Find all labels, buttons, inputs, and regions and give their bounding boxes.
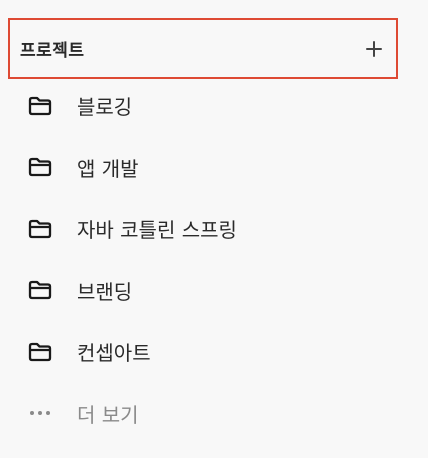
folder-icon	[27, 95, 53, 117]
project-item-app-dev[interactable]: 앱 개발	[0, 137, 428, 199]
project-item-branding[interactable]: 브랜딩	[0, 260, 428, 322]
project-item-concept-art[interactable]: 컨셉아트	[0, 321, 428, 383]
folder-icon	[27, 156, 53, 178]
project-label: 브랜딩	[77, 279, 133, 304]
folder-icon	[27, 279, 53, 301]
more-dots-icon	[27, 402, 53, 424]
project-label: 블로깅	[77, 95, 133, 120]
show-more-button[interactable]: 더 보기	[0, 383, 428, 445]
project-list: 블로깅 앱 개발 자바 코틀린 스프링 브랜딩 컨셉아트 더 보기	[0, 75, 428, 444]
folder-icon	[27, 341, 53, 363]
plus-icon	[366, 40, 382, 57]
add-project-button[interactable]	[364, 39, 384, 59]
section-title: 프로젝트	[20, 41, 85, 61]
show-more-label: 더 보기	[77, 402, 139, 427]
projects-section-header: 프로젝트	[8, 18, 398, 79]
project-item-blogging[interactable]: 블로깅	[0, 75, 428, 137]
project-item-java-kotlin-spring[interactable]: 자바 코틀린 스프링	[0, 198, 428, 260]
project-label: 컨셉아트	[77, 341, 151, 366]
project-label: 앱 개발	[77, 156, 139, 181]
project-label: 자바 코틀린 스프링	[77, 218, 237, 243]
folder-icon	[27, 218, 53, 240]
